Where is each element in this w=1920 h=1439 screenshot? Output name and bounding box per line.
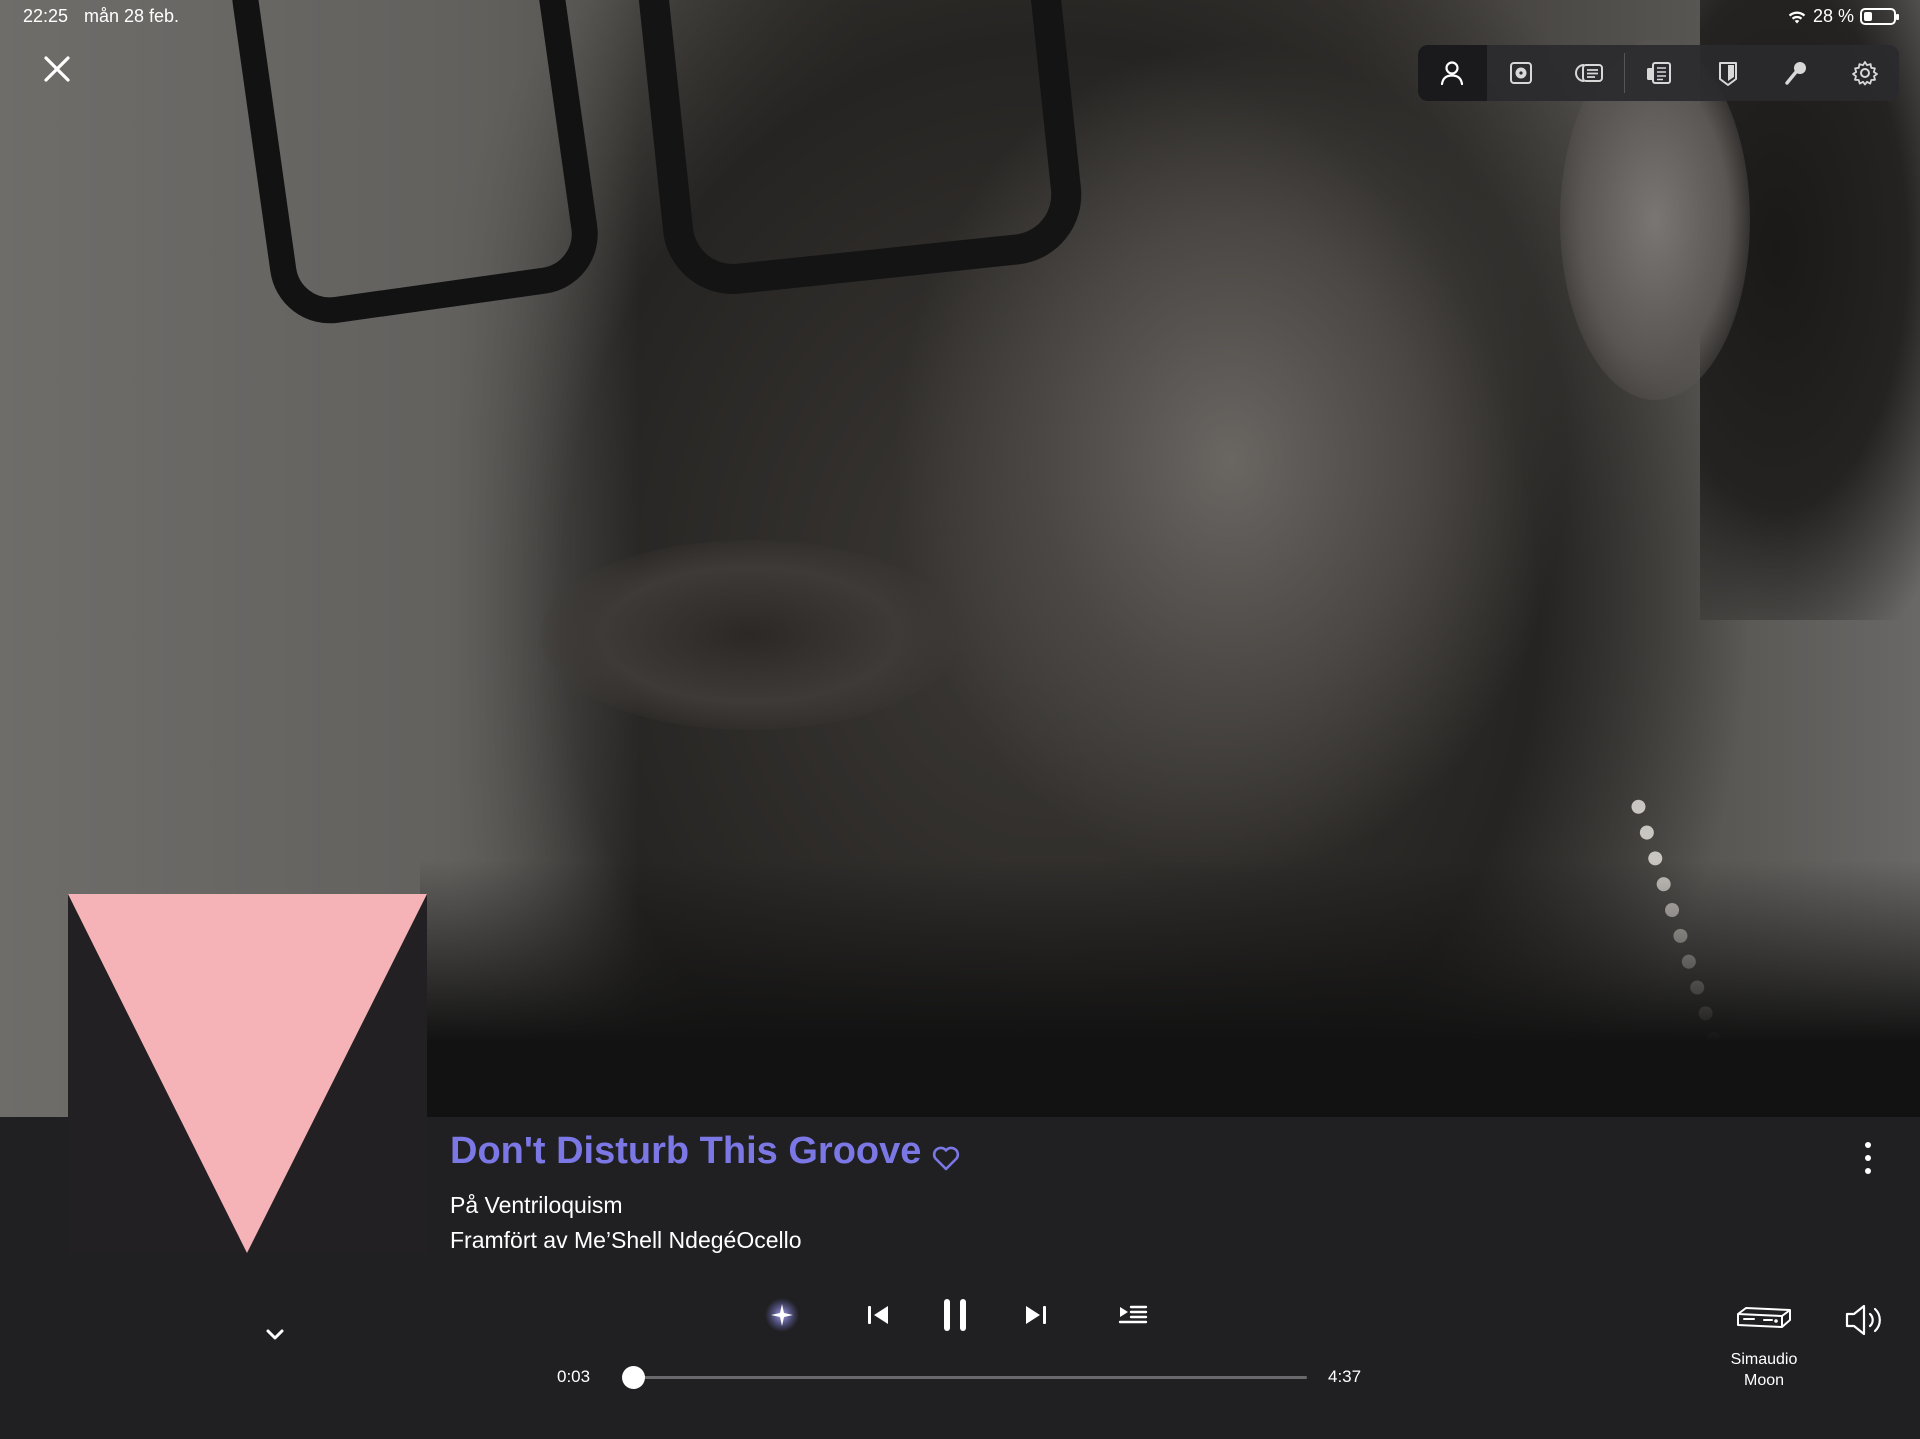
streamer-device-icon [1737, 1307, 1791, 1328]
device-name: Simaudio Moon [1730, 1351, 1798, 1389]
more-dot [1865, 1168, 1871, 1174]
more-dot [1865, 1142, 1871, 1148]
booklet-icon [1718, 62, 1737, 86]
chevron-down-icon [266, 1329, 284, 1340]
status-right: 28 % [1787, 6, 1899, 27]
more-dot [1865, 1155, 1871, 1161]
toolbar-booklet-button[interactable] [1693, 45, 1762, 101]
close-button[interactable] [38, 50, 76, 88]
sparkle-icon [765, 1298, 799, 1332]
pause-icon [944, 1299, 966, 1331]
output-device-button[interactable]: Simaudio Moon [1720, 1300, 1808, 1391]
status-date: mån 28 feb. [84, 6, 180, 26]
queue-icon [1118, 1305, 1148, 1324]
toolbar-settings-button[interactable] [1830, 45, 1899, 101]
toolbar-artist-button[interactable] [1418, 45, 1487, 101]
battery-icon [1860, 8, 1899, 25]
pause-button[interactable] [940, 1295, 970, 1335]
skip-next-icon [1026, 1306, 1046, 1324]
track-title[interactable]: Don't Disturb This Groove [450, 1130, 921, 1173]
photo-lips [540, 540, 960, 730]
gear-icon [1851, 61, 1878, 86]
favorite-button[interactable] [930, 1143, 962, 1173]
toolbar-review-button[interactable] [1625, 45, 1694, 101]
photo-glasses-left [224, 0, 606, 332]
review-icon [1647, 62, 1672, 84]
photo-glasses-right [631, 0, 1089, 301]
close-icon [44, 56, 70, 82]
elapsed-time: 0:03 [557, 1367, 591, 1386]
progress-bar[interactable] [621, 1366, 1307, 1389]
volume-button[interactable] [1843, 1302, 1887, 1338]
album-icon [1509, 62, 1532, 84]
progress-thumb[interactable] [621, 1366, 645, 1389]
toolbar-album-button[interactable] [1487, 45, 1556, 101]
album-line[interactable]: På Ventriloquism [450, 1192, 623, 1219]
heart-icon [932, 1146, 960, 1171]
wifi-icon [1788, 11, 1806, 23]
credits-icon [1575, 64, 1604, 82]
toolbar-lyrics-button[interactable] [1762, 45, 1831, 101]
collapse-player-button[interactable] [262, 1326, 288, 1344]
toolbar-credits-button[interactable] [1555, 45, 1624, 101]
lyrics-icon [1785, 62, 1807, 85]
album-cover-triangle [68, 894, 427, 1253]
speaker-icon [1845, 1304, 1881, 1336]
total-duration: 4:37 [1328, 1367, 1362, 1386]
photo-shoulder [420, 860, 1920, 1117]
status-time: 22:25 [23, 6, 69, 26]
previous-track-button[interactable] [864, 1295, 892, 1335]
more-options-button[interactable] [1860, 1140, 1876, 1176]
radio-sparkle-button[interactable] [762, 1295, 802, 1335]
album-cover[interactable] [68, 894, 427, 1253]
battery-percent: 28 % [1812, 6, 1854, 26]
artist-icon [1441, 61, 1464, 86]
queue-button[interactable] [1118, 1295, 1148, 1335]
artist-line[interactable]: Framfört av Me’Shell NdegéOcello [450, 1227, 802, 1254]
skip-previous-icon [868, 1306, 888, 1324]
next-track-button[interactable] [1022, 1295, 1050, 1335]
view-toolbar [1418, 45, 1899, 101]
